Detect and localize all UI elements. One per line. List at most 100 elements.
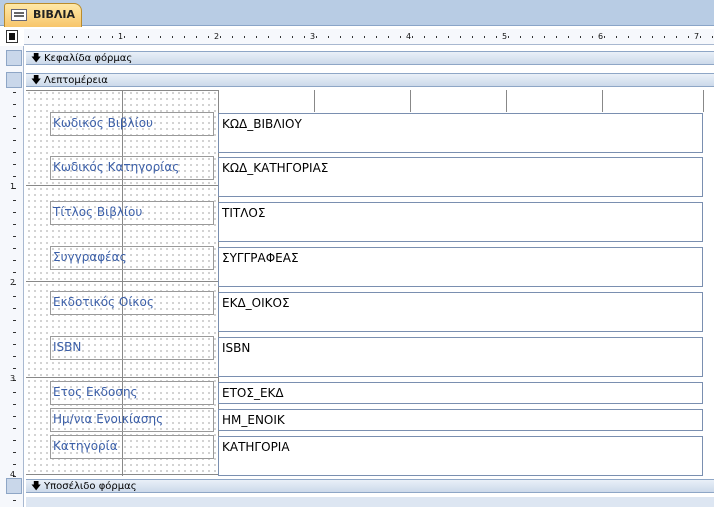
ruler-tick [136,36,137,38]
textbox-ekd-oikos[interactable]: ΕΚΔ_ΟΙΚΟΣ [218,292,703,332]
ruler-tick [13,296,16,297]
ruler-tick [700,36,701,38]
grid-vertical-line [703,90,704,112]
section-arrow-icon: 🡇 [31,75,42,86]
ruler-tick [568,36,569,38]
grid-vertical-line [314,90,315,112]
form-footer-bar[interactable]: 🡇 Υποσέλιδο φόρμας [26,479,714,493]
grid-vertical-line [506,90,507,112]
ruler-tick [13,176,16,177]
ruler-tick [520,36,521,38]
ruler-tick [424,36,425,38]
ruler-tick [64,36,65,38]
ruler-tick [316,36,317,38]
form-footer-label: Υποσέλιδο φόρμας [44,481,137,492]
ruler-tick [88,36,89,38]
ruler-tick [652,36,653,38]
tab-vivlia[interactable]: ΒΙΒΛΙΑ [4,3,82,27]
ruler-tick [28,36,29,38]
tab-title: ΒΙΒΛΙΑ [33,8,75,21]
ruler-tick [232,36,233,38]
ruler-tick [13,500,16,501]
form-icon [11,9,27,21]
label-titlos-vivliou[interactable]: Τίτλος Βιβλίου [50,201,214,225]
ruler-tick [676,36,677,38]
ruler-number: 5 [502,32,508,41]
grid-horizontal-line [26,185,218,186]
ruler-tick [13,224,16,225]
section-arrow-icon: 🡇 [31,53,42,64]
detail-section-selector[interactable] [6,72,22,88]
ruler-tick [388,36,389,38]
ruler-tick [172,36,173,38]
form-header-label: Κεφαλίδα φόρμας [44,53,133,64]
textbox-katigoria[interactable]: ΚΑΤΗΓΟΡΙΑ [218,436,703,476]
ruler-tick [13,416,16,417]
textbox-kod-vivliou[interactable]: ΚΩΔ_ΒΙΒΛΙΟΥ [218,113,703,153]
ruler-tick [13,440,16,441]
detail-label: Λεπτομέρεια [44,75,108,86]
ruler-tick [13,320,16,321]
ruler-number: 3 [10,374,16,383]
form-header-bar[interactable]: 🡇 Κεφαλίδα φόρμας [26,51,714,65]
label-im-enoikiasis[interactable]: Ημ/νια Ενοικίασης [50,408,214,432]
header-section-selector[interactable] [6,50,22,66]
ruler-number: 1 [118,32,124,41]
ruler-tick [556,36,557,38]
grid-vertical-line [410,90,411,112]
form-footer-area[interactable] [26,497,714,507]
ruler-tick [13,356,16,357]
ruler-tick [13,428,16,429]
form-selector-box[interactable] [6,30,18,43]
textbox-isbn[interactable]: ISBN [218,337,703,377]
ruler-tick [160,36,161,38]
textbox-titlos[interactable]: ΤΙΤΛΟΣ [218,202,703,242]
document-tab-strip [0,0,714,26]
textbox-etos-ekd[interactable]: ΕΤΟΣ_ΕΚΔ [218,382,703,404]
ruler-tick [13,140,16,141]
grid-horizontal-line [26,474,218,475]
ruler-tick [76,36,77,38]
label-etos-ekdosis[interactable]: Ετος Εκδοσης [50,381,214,405]
ruler-tick [13,392,16,393]
textbox-im-enoik[interactable]: ΗΜ_ΕΝΟΙΚ [218,409,703,431]
ruler-tick [13,128,16,129]
ruler-tick [196,36,197,38]
ruler-tick [13,236,16,237]
ruler-number: 3 [310,32,316,41]
grid-horizontal-line [26,90,218,91]
ruler-tick [40,36,41,38]
ruler-tick [13,404,16,405]
textbox-syggrafeas[interactable]: ΣΥΓΓΡΑΦΕΑΣ [218,247,703,287]
label-ekdotikos-oikos[interactable]: Εκδοτικός Οίκος [50,291,214,315]
grid-horizontal-line [26,281,218,282]
label-katigoria[interactable]: Κατηγορία [50,435,214,459]
ruler-tick [13,92,16,93]
ruler-number: 1 [10,182,16,191]
textbox-kod-katigorias[interactable]: ΚΩΔ_ΚΑΤΗΓΟΡΙΑΣ [218,157,703,197]
ruler-tick [544,36,545,38]
ruler-tick [13,116,16,117]
ruler-tick [460,36,461,38]
ruler-tick [280,36,281,38]
ruler-tick [13,248,16,249]
ruler-tick [304,36,305,38]
ruler-tick [256,36,257,38]
ruler-tick [448,36,449,38]
footer-section-selector[interactable] [6,478,22,494]
label-kodikos-katigorias[interactable]: Κωδικός Κατηγορίας [50,156,214,180]
ruler-tick [13,464,16,465]
label-kodikos-vivliou[interactable]: Κωδικός Βιβλίου [50,112,214,136]
label-isbn[interactable]: ISBN [50,336,214,360]
label-syggrafeas[interactable]: Συγγραφέας [50,246,214,270]
horizontal-ruler[interactable]: 1 2 3 4 5 6 7 [24,29,714,45]
ruler-tick [13,152,16,153]
ruler-tick [616,36,617,38]
ruler-tick [52,36,53,38]
ruler-tick [13,308,16,309]
ruler-tick [640,36,641,38]
ruler-tick [184,36,185,38]
section-arrow-icon: 🡇 [31,481,42,492]
detail-bar[interactable]: 🡇 Λεπτομέρεια [26,73,714,87]
vertical-ruler[interactable]: 1234 [0,46,24,507]
